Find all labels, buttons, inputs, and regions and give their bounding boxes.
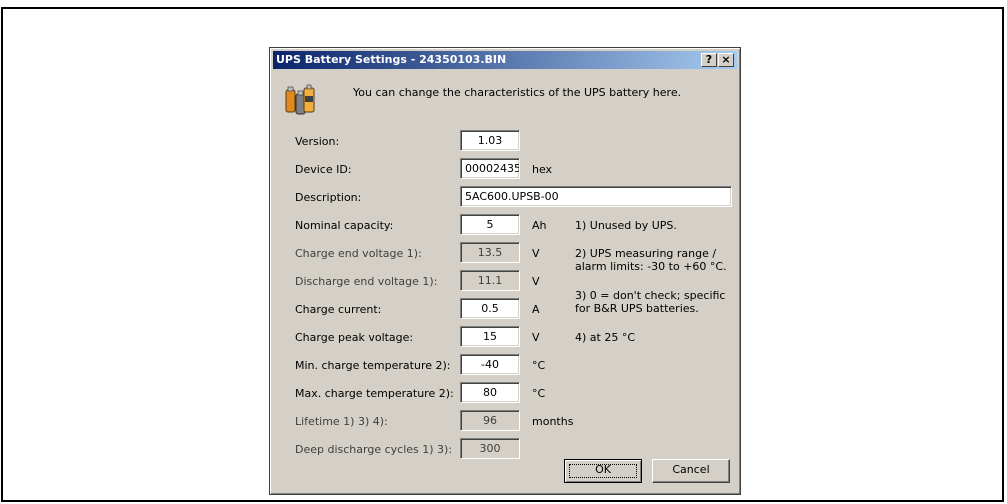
note-1: 1) Unused by UPS. — [575, 219, 677, 232]
max-charge-temperature-unit: °C — [532, 387, 546, 400]
charge-end-voltage-unit: V — [532, 247, 540, 260]
charge-end-voltage-label: Charge end voltage 1): — [295, 247, 422, 260]
intro-text: You can change the characteristics of th… — [353, 86, 682, 99]
ok-button[interactable]: OK — [564, 459, 642, 483]
device-id-input[interactable]: 00002435 — [460, 158, 520, 179]
lifetime-unit: months — [532, 415, 574, 428]
max-charge-temperature-input[interactable]: 80 — [460, 382, 520, 403]
note-4: 4) at 25 °C — [575, 331, 636, 344]
help-button[interactable]: ? — [701, 53, 717, 67]
ok-button-label: OK — [595, 463, 611, 476]
title-bar[interactable]: UPS Battery Settings - 24350103.BIN ? × — [273, 51, 737, 69]
charge-current-input[interactable]: 0.5 — [460, 298, 520, 319]
lifetime-label: Lifetime 1) 3) 4): — [295, 415, 388, 428]
dialog-title: UPS Battery Settings - 24350103.BIN — [276, 53, 507, 66]
charge-current-unit: A — [532, 303, 540, 316]
lifetime-input: 96 — [460, 410, 520, 431]
min-charge-temperature-unit: °C — [532, 359, 546, 372]
note-3: 3) 0 = don't check; specific for B&R UPS… — [575, 289, 726, 315]
charge-peak-voltage-label: Charge peak voltage: — [295, 331, 414, 344]
note-2: 2) UPS measuring range / alarm limits: -… — [575, 247, 727, 273]
min-charge-temperature-label: Min. charge temperature 2): — [295, 359, 451, 372]
charge-current-label: Charge current: — [295, 303, 382, 316]
ups-battery-settings-dialog: UPS Battery Settings - 24350103.BIN ? × … — [269, 47, 741, 495]
charge-peak-voltage-input[interactable]: 15 — [460, 326, 520, 347]
charge-end-voltage-input: 13.5 — [460, 242, 520, 263]
discharge-end-voltage-label: Discharge end voltage 1): — [295, 275, 438, 288]
battery-icon — [285, 84, 315, 115]
figure-frame: UPS Battery Settings - 24350103.BIN ? × … — [1, 7, 1004, 502]
description-label: Description: — [295, 191, 362, 204]
nominal-capacity-unit: Ah — [532, 219, 547, 232]
version-input[interactable]: 1.03 — [460, 130, 520, 151]
nominal-capacity-label: Nominal capacity: — [295, 219, 394, 232]
version-label: Version: — [295, 135, 340, 148]
cancel-button[interactable]: Cancel — [652, 459, 730, 483]
discharge-end-voltage-unit: V — [532, 275, 540, 288]
deep-discharge-cycles-input: 300 — [460, 438, 520, 459]
charge-peak-voltage-unit: V — [532, 331, 540, 344]
close-button[interactable]: × — [718, 53, 734, 67]
description-input[interactable]: 5AC600.UPSB-00 — [460, 186, 732, 207]
min-charge-temperature-input[interactable]: -40 — [460, 354, 520, 375]
deep-discharge-cycles-label: Deep discharge cycles 1) 3): — [295, 443, 453, 456]
device-id-label: Device ID: — [295, 163, 352, 176]
device-id-unit: hex — [532, 163, 553, 176]
cancel-button-label: Cancel — [672, 463, 710, 476]
discharge-end-voltage-input: 11.1 — [460, 270, 520, 291]
nominal-capacity-input[interactable]: 5 — [460, 214, 520, 235]
max-charge-temperature-label: Max. charge temperature 2): — [295, 387, 454, 400]
